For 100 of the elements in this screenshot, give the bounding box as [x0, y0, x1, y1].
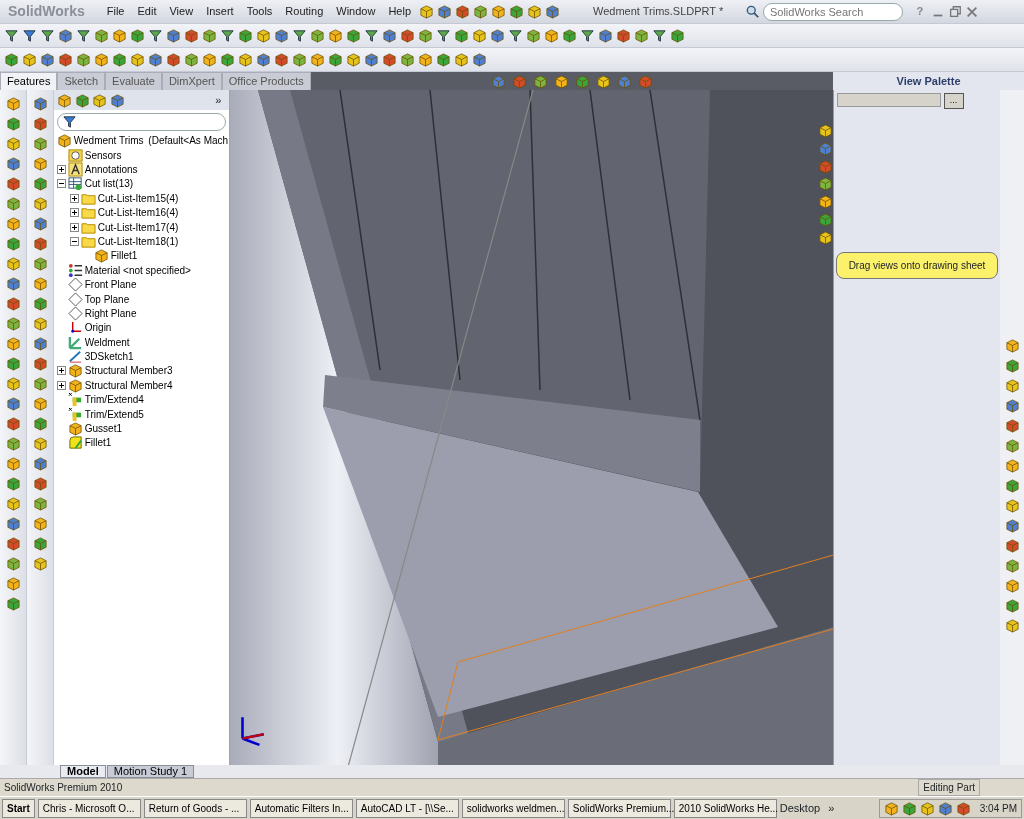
- cube-icon[interactable]: [5, 296, 21, 311]
- cube-icon[interactable]: [32, 516, 48, 531]
- cube-icon[interactable]: [1004, 538, 1020, 553]
- tree-item[interactable]: Origin: [84, 320, 112, 336]
- cube-icon[interactable]: [364, 52, 379, 67]
- cube-icon[interactable]: [112, 52, 127, 67]
- command-tab[interactable]: Office Products: [221, 72, 311, 90]
- cube-icon[interactable]: [5, 516, 21, 531]
- cube-icon[interactable]: [32, 256, 48, 271]
- tree-item[interactable]: Wedment Trims: [73, 133, 144, 149]
- cube-icon[interactable]: [5, 576, 21, 591]
- cube-icon[interactable]: [32, 556, 48, 571]
- cube-icon[interactable]: [1004, 618, 1020, 633]
- cube-icon[interactable]: [5, 376, 21, 391]
- cube-icon[interactable]: [595, 73, 611, 89]
- cube-icon[interactable]: [598, 28, 613, 43]
- restore-icon[interactable]: [948, 4, 963, 19]
- funnel-icon[interactable]: [508, 28, 523, 43]
- cube-icon[interactable]: [956, 800, 972, 816]
- cube-icon[interactable]: [148, 52, 163, 67]
- cube-icon[interactable]: [328, 52, 343, 67]
- cube-icon[interactable]: [32, 216, 48, 231]
- tree-item[interactable]: 3DSketch1: [84, 349, 134, 365]
- cube-icon[interactable]: [5, 456, 21, 471]
- cube-icon[interactable]: [902, 800, 918, 816]
- cube-icon[interactable]: [527, 4, 542, 19]
- cube-icon[interactable]: [110, 92, 125, 108]
- cube-icon[interactable]: [1004, 378, 1020, 393]
- cube-icon[interactable]: [5, 276, 21, 291]
- cube-icon[interactable]: [184, 52, 199, 67]
- tree-item[interactable]: Cut list(13): [84, 176, 134, 192]
- cube-icon[interactable]: [238, 28, 253, 43]
- cube-icon[interactable]: [1004, 358, 1020, 373]
- cube-icon[interactable]: [5, 536, 21, 551]
- cube-icon[interactable]: [5, 316, 21, 331]
- cube-icon[interactable]: [32, 496, 48, 511]
- cube-icon[interactable]: [112, 28, 127, 43]
- cube-icon[interactable]: [1004, 438, 1020, 453]
- cube-icon[interactable]: [818, 123, 833, 138]
- cube-icon[interactable]: [5, 136, 21, 151]
- cube-icon[interactable]: [436, 52, 451, 67]
- collapse-icon[interactable]: [69, 236, 79, 246]
- cube-icon[interactable]: [32, 536, 48, 551]
- cube-icon[interactable]: [818, 229, 833, 245]
- cube-icon[interactable]: [32, 396, 48, 411]
- cube-icon[interactable]: [94, 52, 109, 67]
- menu-item[interactable]: Window: [331, 3, 381, 20]
- tree-item[interactable]: Cut-List-Item18(1): [97, 233, 179, 249]
- cube-icon[interactable]: [32, 416, 48, 431]
- cube-icon[interactable]: [454, 52, 469, 67]
- cube-icon[interactable]: [94, 28, 109, 43]
- taskbar-button[interactable]: Chris - Microsoft O...: [37, 798, 141, 818]
- funnel-icon[interactable]: [436, 28, 451, 43]
- cube-icon[interactable]: [56, 92, 72, 108]
- cube-icon[interactable]: [818, 211, 833, 227]
- cube-icon[interactable]: [400, 28, 415, 43]
- cube-icon[interactable]: [32, 116, 48, 131]
- cube-icon[interactable]: [1004, 518, 1020, 533]
- cube-icon[interactable]: [5, 396, 21, 411]
- cube-icon[interactable]: [437, 4, 452, 19]
- cube-icon[interactable]: [328, 28, 343, 43]
- cube-icon[interactable]: [76, 52, 91, 67]
- cube-icon[interactable]: [400, 52, 415, 67]
- tree-item[interactable]: Weldment: [84, 334, 130, 350]
- cube-icon[interactable]: [5, 556, 21, 571]
- cube-icon[interactable]: [1004, 558, 1020, 573]
- cube-icon[interactable]: [58, 28, 73, 43]
- cube-icon[interactable]: [256, 52, 271, 67]
- funnel-icon[interactable]: [4, 28, 19, 43]
- cube-icon[interactable]: [5, 256, 21, 271]
- dropdown-field[interactable]: [836, 92, 941, 107]
- tree-item[interactable]: Cut-List-Item15(4): [97, 190, 179, 206]
- command-tab[interactable]: DimXpert: [161, 72, 222, 90]
- tree-item[interactable]: Right Plane: [84, 305, 137, 321]
- cube-icon[interactable]: [5, 476, 21, 491]
- funnel-icon[interactable]: [40, 28, 55, 43]
- cube-icon[interactable]: [616, 28, 631, 43]
- cube-icon[interactable]: [32, 176, 48, 191]
- tree-item[interactable]: Structural Member3: [84, 363, 173, 379]
- expand-icon[interactable]: [56, 380, 66, 390]
- tree-item[interactable]: Front Plane: [84, 277, 137, 293]
- command-tab[interactable]: Evaluate: [105, 72, 162, 90]
- cube-icon[interactable]: [509, 4, 524, 19]
- cube-icon[interactable]: [382, 28, 397, 43]
- cube-icon[interactable]: [382, 52, 397, 67]
- cube-icon[interactable]: [418, 28, 433, 43]
- menu-item[interactable]: Help: [383, 3, 416, 20]
- cube-icon[interactable]: [310, 28, 325, 43]
- menu-item[interactable]: Insert: [201, 3, 239, 20]
- funnel-icon[interactable]: [148, 28, 163, 43]
- cube-icon[interactable]: [818, 176, 833, 192]
- cube-icon[interactable]: [1004, 478, 1020, 493]
- cube-icon[interactable]: [32, 356, 48, 371]
- cube-icon[interactable]: [202, 52, 217, 67]
- cube-icon[interactable]: [884, 800, 900, 816]
- cube-icon[interactable]: [553, 73, 569, 89]
- funnel-icon[interactable]: [61, 114, 77, 130]
- cube-icon[interactable]: [32, 476, 48, 491]
- cube-icon[interactable]: [1004, 418, 1020, 433]
- cube-icon[interactable]: [5, 216, 21, 231]
